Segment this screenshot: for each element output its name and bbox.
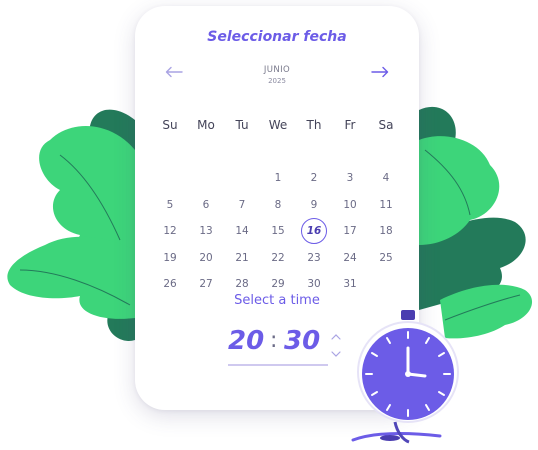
calendar-day[interactable]: 30 [296,278,332,290]
day-number: 20 [199,251,213,264]
calendar-day[interactable]: 12 [152,225,188,237]
day-number: 16 [306,225,322,238]
clock-icon [351,310,459,444]
calendar-weeks: 1 2 3 4 5 6 7 8 9 10 11 12 13 14 15 16 17 18 19 20 21 22 23 24 2… [152,139,404,298]
day-number: 17 [343,225,357,238]
calendar-day[interactable]: 25 [368,252,404,264]
weekday-label: Mo [197,118,215,133]
calendar-day[interactable]: 18 [368,225,404,237]
calendar-day[interactable]: 26 [152,278,188,290]
day-number: 9 [310,198,318,211]
calendar-day[interactable]: 28 [224,278,260,290]
day-number: 5 [166,198,174,211]
calendar-day[interactable]: 13 [188,225,224,237]
calendar-day[interactable]: 31 [332,278,368,290]
calendar-day[interactable]: 4 [368,172,404,184]
calendar-day[interactable]: 8 [260,199,296,211]
day-number: 23 [307,251,321,264]
month-navigation: JUNIO 2025 [157,62,397,92]
calendar-day[interactable]: 20 [188,252,224,264]
calendar-day[interactable]: 27 [188,278,224,290]
hours-field[interactable]: 20 [228,326,264,356]
day-number: 14 [235,225,249,238]
time-stepper [329,328,343,362]
calendar-day[interactable]: 9 [296,199,332,211]
weekday-label: Su [162,118,178,133]
day-number: 25 [379,251,393,264]
calendar-grid: Su Mo Tu We Th Fr Sa 1 2 3 4 5 6 7 8 9 10 11 12 13 14… [152,112,404,298]
day-number: 7 [238,198,246,211]
calendar-day[interactable]: 23 [296,252,332,264]
calendar-day[interactable]: 14 [224,225,260,237]
calendar-day[interactable]: 1 [260,172,296,184]
day-number: 6 [202,198,210,211]
day-number: 18 [379,225,393,238]
calendar-day[interactable]: 3 [332,172,368,184]
day-number: 30 [307,278,321,291]
picker-title: Seleccionar fecha [207,29,347,45]
calendar-week-row: 1 2 3 4 [152,165,404,192]
weekday-label: Sa [378,118,394,133]
weekday-label: We [268,118,288,133]
calendar-week-row: 19 20 21 22 23 24 25 [152,245,404,272]
calendar-day-selected[interactable]: 16 [296,218,332,245]
day-number: 29 [271,278,285,291]
day-number: 4 [382,172,390,185]
calendar-day[interactable]: 17 [332,225,368,237]
day-number: 3 [346,172,354,185]
time-input[interactable]: 20 : 30 [228,324,328,366]
day-number: 10 [343,198,357,211]
chevron-down-icon[interactable] [329,348,343,360]
day-number: 13 [199,225,213,238]
day-number: 31 [343,278,357,291]
year-label: 2025 [268,77,286,85]
day-number: 19 [163,251,177,264]
day-number: 8 [274,198,282,211]
day-number: 15 [271,225,285,238]
day-number: 1 [274,172,282,185]
calendar-day[interactable]: 15 [260,225,296,237]
scene: Seleccionar fecha JUNIO 2025 Su Mo Tu We… [0,0,538,445]
calendar-day[interactable]: 10 [332,199,368,211]
calendar-day[interactable]: 11 [368,199,404,211]
minutes-field[interactable]: 30 [284,326,320,356]
arrow-right-icon[interactable] [367,62,393,82]
weekday-label: Th [306,118,322,133]
calendar-week-row: 5 6 7 8 9 10 11 [152,192,404,219]
day-number: 26 [163,278,177,291]
weekday-header: Su Mo Tu We Th Fr Sa [152,112,404,139]
day-number: 12 [163,225,177,238]
day-number: 24 [343,251,357,264]
calendar-day[interactable]: 22 [260,252,296,264]
day-number: 2 [310,172,318,185]
calendar-day[interactable]: 19 [152,252,188,264]
calendar-day[interactable]: 2 [296,172,332,184]
month-year-label: JUNIO 2025 [157,65,397,85]
day-number: 11 [379,198,393,211]
calendar-week-row [152,139,404,166]
day-number: 21 [235,251,249,264]
calendar-day[interactable]: 5 [152,199,188,211]
time-separator: : [270,328,278,353]
chevron-up-icon[interactable] [329,330,343,342]
month-label: JUNIO [263,65,291,75]
day-number: 22 [271,251,285,264]
calendar-day[interactable]: 6 [188,199,224,211]
calendar-week-row: 12 13 14 15 16 17 18 [152,218,404,245]
day-number: 27 [199,278,213,291]
calendar-day[interactable]: 29 [260,278,296,290]
calendar-day[interactable]: 24 [332,252,368,264]
day-number: 28 [235,278,249,291]
weekday-label: Tu [235,118,249,133]
calendar-day[interactable]: 21 [224,252,260,264]
weekday-label: Fr [344,118,356,133]
calendar-day[interactable]: 7 [224,199,260,211]
